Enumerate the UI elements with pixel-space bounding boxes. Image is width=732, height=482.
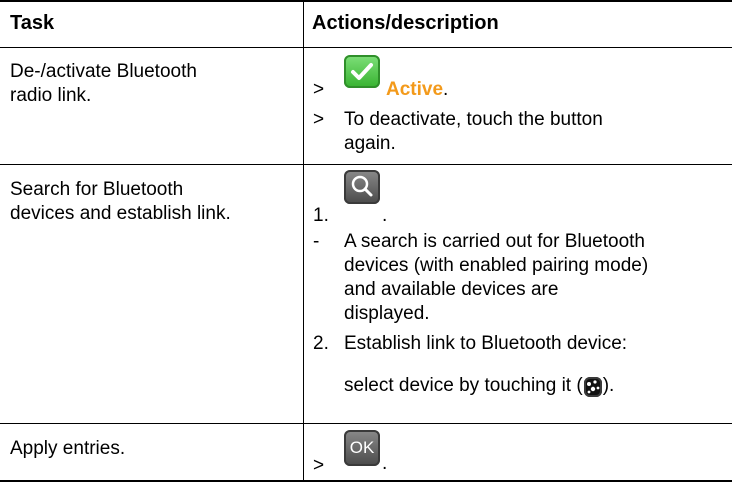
rule-column-divider — [303, 0, 304, 482]
row3-task-line1: Apply entries. — [10, 438, 126, 459]
rule-row2-bottom — [0, 423, 732, 424]
row1-task-line2: radio link. — [10, 85, 92, 106]
row1-step2-line1: To deactivate, touch the button — [344, 109, 603, 130]
header-task: Task — [10, 12, 55, 34]
header-actions: Actions/description — [312, 12, 499, 34]
row2-step2-marker: - — [313, 231, 320, 252]
row1-step2-marker: > — [313, 109, 325, 130]
row1-step1-marker: > — [313, 79, 325, 100]
row1-step2-line2: again. — [344, 133, 396, 154]
row2-task-line1: Search for Bluetooth — [10, 179, 184, 200]
rule-top — [0, 0, 732, 2]
row2-step1-after: . — [382, 205, 388, 226]
ok-icon: OK — [344, 430, 380, 466]
row2-step1-marker: 1. — [313, 205, 329, 226]
rule-header-bottom — [0, 47, 732, 48]
row2-step2-line4: displayed. — [344, 303, 430, 324]
row2-step3-line2: select device by touching it ( ). — [344, 375, 615, 397]
row2-step2-line1: A search is carried out for Bluetooth — [344, 231, 645, 252]
search-icon — [344, 170, 380, 204]
checkmark-icon — [344, 55, 380, 88]
row2-task-line2: devices and establish link. — [10, 203, 231, 224]
row3-step1-after: . — [382, 453, 388, 474]
row2-step3-line1: Establish link to Bluetooth device: — [344, 333, 628, 354]
active-label: Active — [386, 79, 444, 100]
bluetooth-device-icon — [583, 377, 602, 397]
instruction-table: Task Actions/description De-/activate Bl… — [0, 0, 732, 482]
rule-row1-bottom — [0, 164, 732, 165]
row1-task-line1: De-/activate Bluetooth — [10, 61, 197, 82]
row2-step2-line3: and available devices are — [344, 279, 559, 300]
row2-step3-marker: 2. — [313, 333, 329, 354]
row3-step1-marker: > — [313, 455, 325, 476]
row2-step2-line2: devices (with enabled pairing mode) — [344, 255, 649, 276]
row1-step1-text: Active. — [386, 79, 449, 100]
